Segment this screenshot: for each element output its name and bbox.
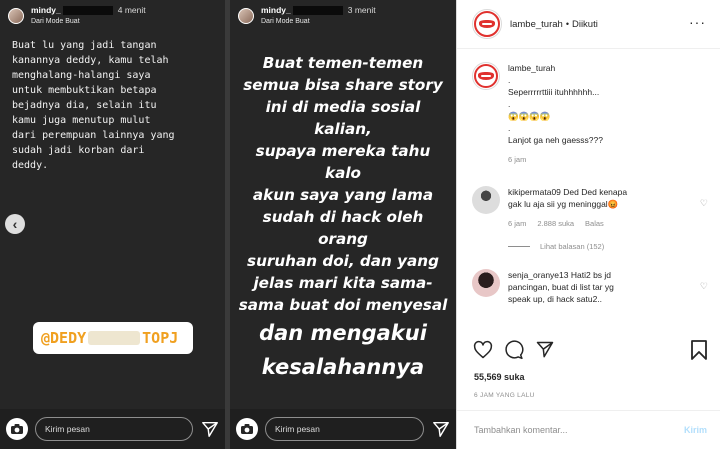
- story-line: sama buat doi menyesal: [238, 296, 448, 314]
- comment-text: Ded Ded kenapa: [563, 187, 628, 197]
- story-line: ini di media sosial kalian,: [265, 98, 421, 138]
- account-username[interactable]: lambe_turah: [510, 19, 563, 30]
- lips-logo-icon: [474, 11, 500, 37]
- story-big-line: dan mengakui: [259, 321, 427, 345]
- commenter-avatar[interactable]: [472, 186, 500, 214]
- story-username[interactable]: mindy_: [31, 6, 61, 15]
- comment-username[interactable]: senja_oranye13: [508, 270, 569, 280]
- caption-line: .: [508, 75, 511, 85]
- story-line: supaya mereka tahu kalo: [255, 142, 431, 182]
- comment-meta: 6 jam 2.888 suka Balas: [508, 218, 698, 230]
- account-avatar[interactable]: [472, 9, 502, 39]
- story-line: suruhan doi, dan yang: [247, 252, 439, 270]
- view-replies[interactable]: Lihat balasan (152): [508, 242, 708, 251]
- account-avatar[interactable]: [472, 62, 500, 90]
- story-big-line: kesalahannya: [261, 355, 425, 379]
- mention-left-text: @DEDY: [41, 329, 87, 347]
- comments-list: lambe_turah . Seperrrrrttiii ituhhhhhh..…: [472, 62, 708, 305]
- reply-button[interactable]: Balas: [585, 218, 604, 230]
- redaction-bar: [62, 6, 113, 15]
- caption-line: Seperrrrrttiii ituhhhhhh...: [508, 87, 600, 97]
- post-actions: [456, 338, 720, 362]
- replies-rule: [508, 246, 530, 247]
- comment-text: speak up, di hack satu2..: [508, 294, 603, 304]
- likes-count[interactable]: 55,569 suka: [474, 372, 525, 382]
- bookmark-icon[interactable]: [690, 340, 708, 360]
- story-header: mindy_ 3 menit Dari Mode Buat: [238, 6, 448, 30]
- story-subtitle: Dari Mode Buat: [31, 18, 80, 25]
- caption-username[interactable]: lambe_turah: [508, 62, 698, 74]
- previous-story-icon[interactable]: ‹: [5, 214, 25, 234]
- story-time: 4 menit: [117, 5, 146, 16]
- post-comment-button[interactable]: Kirim: [684, 425, 707, 435]
- story-reply-bar: Kirim pesan: [230, 409, 456, 449]
- comment-icon[interactable]: [504, 340, 524, 360]
- mention-blur: [88, 331, 141, 345]
- camera-icon[interactable]: [6, 418, 28, 440]
- story-line: semua bisa share story: [243, 76, 443, 94]
- story-username[interactable]: mindy_: [261, 6, 291, 15]
- caption-line: .: [508, 123, 511, 133]
- story-line: jelas mari kita sama-: [253, 274, 433, 292]
- add-comment-input[interactable]: Tambahkan komentar...: [474, 425, 684, 435]
- story-avatar[interactable]: [8, 8, 24, 24]
- mention-sticker[interactable]: @DEDY TOPJ: [33, 322, 193, 354]
- separator-dot: •: [565, 19, 569, 29]
- story-header: mindy_ 4 menit Dari Mode Buat: [8, 6, 217, 30]
- send-icon[interactable]: [432, 420, 450, 438]
- comment-item: kikipermata09 Ded Ded kenapa gak lu aja …: [472, 186, 708, 230]
- view-replies-label[interactable]: Lihat balasan (152): [540, 242, 604, 251]
- caption-line: .: [508, 99, 511, 109]
- post-header: lambe_turah • Diikuti ···: [457, 0, 720, 49]
- story-reply-input[interactable]: Kirim pesan: [35, 417, 193, 441]
- caption: lambe_turah . Seperrrrrttiii ituhhhhhh..…: [472, 62, 708, 166]
- comment-time[interactable]: 6 jam: [508, 218, 526, 230]
- story-subtitle: Dari Mode Buat: [261, 18, 310, 25]
- story-bold-text: Buat temen-temen semua bisa share story …: [238, 52, 448, 384]
- comment-item: senja_oranye13 Hati2 bs jd pancingan, bu…: [472, 269, 708, 305]
- story-line: Buat temen-temen: [262, 54, 424, 72]
- lips-logo-icon: [474, 64, 498, 88]
- comment-likes[interactable]: 2.888 suka: [537, 218, 574, 230]
- add-comment-bar: Tambahkan komentar... Kirim: [457, 410, 720, 449]
- more-options-icon[interactable]: ···: [689, 15, 706, 29]
- story-line: akun saya yang lama: [252, 186, 434, 204]
- story-reply-bar: Kirim pesan: [0, 409, 225, 449]
- mention-right-text: TOPJ: [142, 329, 179, 347]
- caption-time[interactable]: 6 jam: [508, 154, 526, 166]
- share-icon[interactable]: [535, 340, 555, 360]
- comment-username[interactable]: kikipermata09: [508, 187, 561, 197]
- caption-line: Lanjot ga neh gaesss???: [508, 135, 603, 145]
- caption-line: 😱😱😱😱: [508, 111, 551, 121]
- comment-text: gak lu aja sii yg meninggal😡: [508, 199, 619, 209]
- story-reply-input[interactable]: Kirim pesan: [265, 417, 424, 441]
- camera-icon[interactable]: [236, 418, 258, 440]
- heart-icon[interactable]: [473, 340, 493, 360]
- caption-meta: 6 jam: [508, 154, 698, 166]
- story-time: 3 menit: [347, 5, 376, 16]
- story-panel-2[interactable]: mindy_ 3 menit Dari Mode Buat Buat temen…: [230, 0, 456, 449]
- follow-status[interactable]: Diikuti: [572, 19, 598, 30]
- commenter-avatar[interactable]: [472, 269, 500, 297]
- like-comment-icon[interactable]: ♡: [700, 281, 708, 292]
- post-time[interactable]: 6 JAM YANG LALU: [474, 392, 535, 399]
- redaction-bar: [292, 6, 343, 15]
- comment-text: pancingan, buat di list tar yg: [508, 282, 614, 292]
- story-panel-1[interactable]: mindy_ 4 menit Dari Mode Buat Buat lu ya…: [0, 0, 225, 449]
- comment-text: Hati2 bs jd: [570, 270, 612, 280]
- like-comment-icon[interactable]: ♡: [700, 198, 708, 209]
- story-text: Buat lu yang jadi tangan kanannya deddy,…: [12, 40, 175, 171]
- send-icon[interactable]: [201, 420, 219, 438]
- story-avatar[interactable]: [238, 8, 254, 24]
- story-line: sudah di hack oleh orang: [262, 208, 424, 248]
